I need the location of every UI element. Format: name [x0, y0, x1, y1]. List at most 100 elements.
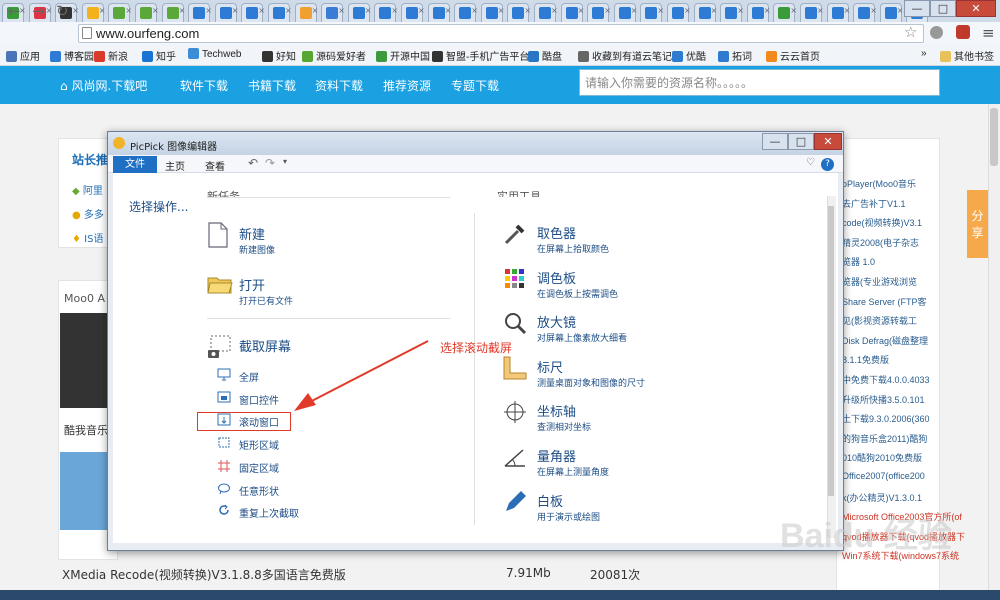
bookmark-item[interactable]: 开源中国 — [376, 48, 430, 63]
screenshot-thumbnail[interactable] — [60, 452, 108, 530]
bookmark-item[interactable]: 知乎 — [142, 48, 176, 63]
tab-close-icon[interactable]: × — [604, 6, 611, 15]
browser-tab[interactable]: × — [746, 3, 771, 22]
scrollbar[interactable] — [988, 104, 1000, 590]
tab-close-icon[interactable]: × — [471, 6, 478, 15]
tab-close-icon[interactable]: × — [46, 6, 53, 15]
browser-tab[interactable]: × — [534, 3, 558, 22]
back-icon[interactable]: ← — [8, 2, 21, 20]
screenshot-thumbnail[interactable] — [60, 313, 108, 408]
right-list-item[interactable]: 升级所快播3.5.0.101 — [842, 393, 925, 406]
task-title[interactable]: 打开 — [239, 275, 265, 294]
extension-badge-icon[interactable] — [956, 25, 970, 39]
undo-icon[interactable]: ↶ — [248, 156, 258, 170]
browser-tab[interactable]: × — [800, 3, 824, 22]
right-list-item[interactable]: 精灵2008(电子杂志 — [842, 236, 919, 249]
bookmark-item[interactable]: 新浪 — [94, 48, 128, 63]
browser-tab[interactable]: × — [427, 3, 451, 22]
right-list-item[interactable]: 土下载9.3.0.2006(360 — [842, 412, 930, 425]
nav-docs[interactable]: 资料下载 — [315, 77, 363, 94]
bookmark-item[interactable]: 好知 — [262, 48, 296, 63]
right-list-item[interactable]: 见(影视资源转载工 — [842, 314, 917, 327]
browser-tab[interactable]: × — [507, 3, 531, 22]
right-list-item[interactable]: Office2007(office200 — [842, 471, 925, 481]
tool-title[interactable]: 坐标轴 — [537, 401, 576, 420]
extension-icon[interactable] — [930, 26, 943, 39]
tab-close-icon[interactable]: × — [657, 6, 664, 15]
tab-close-icon[interactable]: × — [99, 6, 106, 15]
right-list-item[interactable]: k(办公精灵)V1.3.0.1 — [842, 491, 922, 504]
browser-tab[interactable]: × — [81, 3, 106, 22]
browser-tab[interactable]: × — [241, 3, 265, 22]
redo-icon[interactable]: ↷ — [265, 156, 275, 170]
task-title[interactable]: 新建 — [239, 224, 265, 243]
tab-close-icon[interactable]: × — [764, 6, 771, 15]
browser-tab[interactable]: × — [587, 3, 611, 22]
browser-tab[interactable]: × — [161, 3, 186, 22]
browser-tab[interactable]: × — [321, 3, 345, 22]
bookmark-item[interactable]: 优酷 — [672, 48, 706, 63]
browser-tab[interactable]: × — [667, 3, 691, 22]
close-button[interactable]: ✕ — [956, 0, 996, 17]
browser-tab[interactable]: × — [640, 3, 664, 22]
tool-title[interactable]: 白板 — [537, 491, 563, 510]
browser-tab[interactable]: × — [374, 3, 398, 22]
right-list-item[interactable]: 览器(专业游戏浏览 — [842, 275, 917, 288]
left-item[interactable]: ♦ IS语 — [72, 230, 103, 245]
capture-option[interactable]: 矩形区域 — [239, 437, 279, 452]
nav-software[interactable]: 软件下载 — [180, 77, 228, 94]
tab-close-icon[interactable]: × — [817, 6, 824, 15]
browser-tab[interactable]: × — [347, 3, 372, 22]
bookmark-item[interactable]: 应用 — [6, 48, 40, 63]
bookmark-item[interactable]: 博客园 — [50, 48, 94, 63]
tab-close-icon[interactable]: × — [179, 6, 186, 15]
browser-tab[interactable]: × — [135, 3, 159, 22]
tab-close-icon[interactable]: × — [578, 6, 585, 15]
bookmark-item[interactable]: 源码爱好者 — [302, 48, 366, 63]
bookmark-item[interactable]: 拓词 — [718, 48, 752, 63]
bookmark-item[interactable]: 收藏到有道云笔记 — [578, 48, 672, 63]
right-list-item[interactable]: 中免费下载4.0.0.4033 — [842, 373, 930, 386]
row-name[interactable]: XMedia Recode(视频转换)V3.1.8.8多国语言免费版 — [62, 566, 346, 583]
tab-close-icon[interactable]: × — [737, 6, 744, 15]
minimize-button[interactable]: — — [904, 0, 930, 17]
left-item[interactable]: ● 多多 — [72, 206, 104, 221]
right-list-item[interactable]: 去广告补丁V1.1 — [842, 197, 906, 210]
right-list-item[interactable]: Share Server (FTP客 — [842, 295, 927, 308]
close-button[interactable]: ✕ — [814, 133, 842, 150]
browser-tab[interactable]: × — [613, 3, 638, 22]
tool-title[interactable]: 取色器 — [537, 223, 576, 242]
tab-close-icon[interactable]: × — [338, 6, 345, 15]
browser-tab[interactable]: × — [401, 3, 425, 22]
capture-option[interactable]: 重复上次截取 — [239, 505, 299, 520]
browser-tab[interactable]: × — [560, 3, 585, 22]
maximize-button[interactable]: □ — [930, 0, 956, 17]
right-list-item[interactable]: 的狗音乐盒2011)酷狗 — [842, 432, 927, 445]
nav-books[interactable]: 书籍下载 — [248, 77, 296, 94]
bookmark-item[interactable]: 酷盘 — [528, 48, 562, 63]
tab-close-icon[interactable]: × — [790, 6, 797, 15]
browser-tab[interactable]: × — [879, 3, 904, 22]
task-title[interactable]: 截取屏幕 — [239, 336, 291, 355]
tab-close-icon[interactable]: × — [285, 6, 292, 15]
star-icon[interactable]: ☆ — [904, 23, 917, 41]
tab-close-icon[interactable]: × — [125, 6, 132, 15]
tab-close-icon[interactable]: × — [711, 6, 718, 15]
tool-title[interactable]: 放大镜 — [537, 312, 576, 331]
reload-icon[interactable]: ↻ — [56, 2, 69, 20]
tab-close-icon[interactable]: × — [870, 6, 877, 15]
minimize-button[interactable]: — — [762, 133, 788, 150]
browser-tab[interactable]: × — [454, 3, 478, 22]
forward-icon[interactable]: → — [32, 2, 45, 20]
browser-tab[interactable]: × — [268, 3, 292, 22]
browser-tab[interactable]: × — [720, 3, 744, 22]
scrollbar-thumb[interactable] — [990, 108, 998, 166]
tab-close-icon[interactable]: × — [498, 6, 505, 15]
nav-topics[interactable]: 专题下载 — [451, 77, 499, 94]
share-button[interactable]: 分享 — [967, 190, 988, 258]
tool-title[interactable]: 标尺 — [537, 357, 563, 376]
tab-close-icon[interactable]: × — [232, 6, 239, 15]
address-bar[interactable] — [78, 24, 924, 43]
right-list-item[interactable]: code(视频转换)V3.1 — [842, 216, 922, 229]
tool-title[interactable]: 调色板 — [537, 268, 576, 287]
